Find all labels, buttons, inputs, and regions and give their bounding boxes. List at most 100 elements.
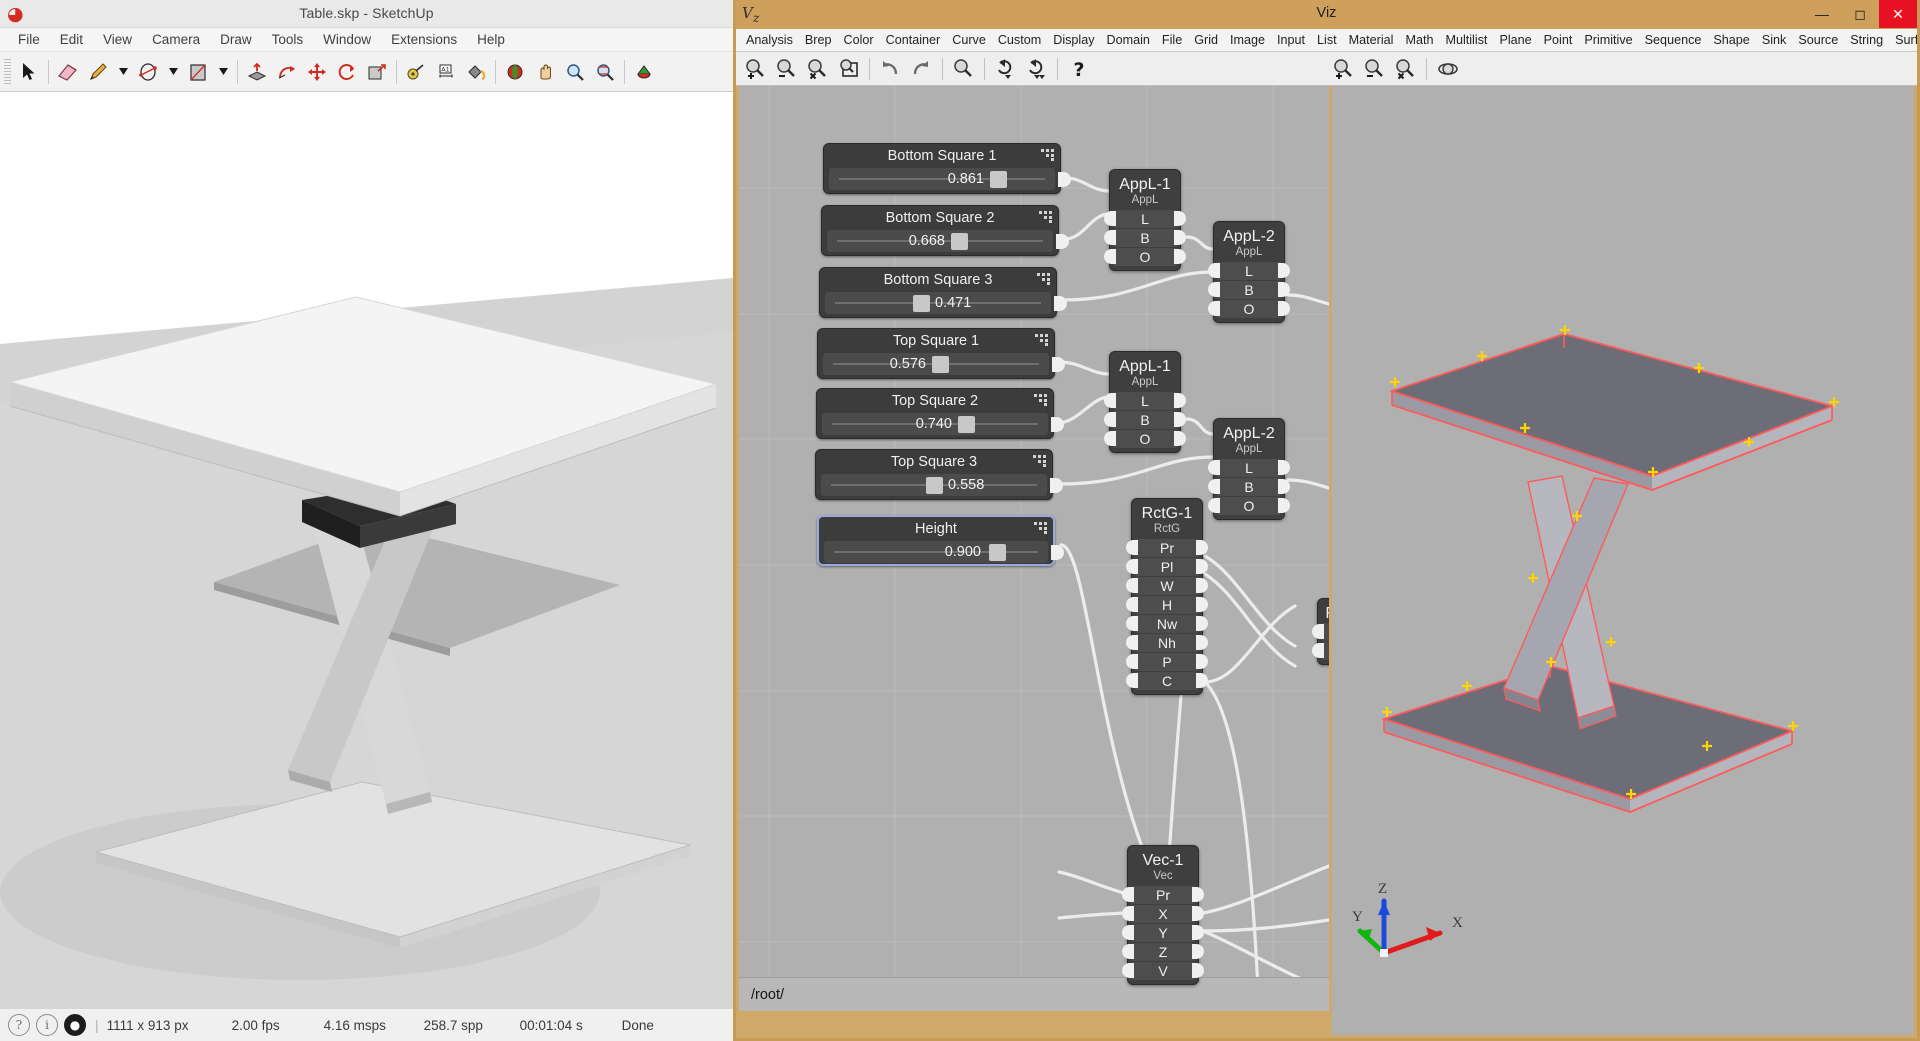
node-input-port[interactable]	[1104, 412, 1116, 427]
move-icon[interactable]	[302, 56, 332, 88]
node-port-row[interactable]: Nh	[1135, 634, 1199, 652]
tape-measure-icon[interactable]	[401, 56, 431, 88]
node-input-port[interactable]	[1122, 887, 1134, 902]
pencil-icon[interactable]	[83, 56, 113, 88]
node-input-port[interactable]	[1208, 498, 1220, 513]
close-button[interactable]: ✕	[1879, 0, 1917, 28]
slider-node[interactable]: Top Square 30.558	[815, 449, 1053, 500]
pencil-dropdown-icon[interactable]	[113, 56, 133, 88]
viz-menu-color[interactable]: Color	[838, 31, 880, 49]
follow-me-icon[interactable]	[272, 56, 302, 88]
node-input-port[interactable]	[1208, 479, 1220, 494]
slider-handle[interactable]	[932, 356, 949, 373]
node-port-row[interactable]: L	[1217, 459, 1281, 477]
sketchup-menu-extensions[interactable]: Extensions	[381, 30, 467, 49]
pushpull-icon[interactable]	[242, 56, 272, 88]
node-input-port[interactable]	[1126, 616, 1138, 631]
viz-menu-primitive[interactable]: Primitive	[1578, 31, 1638, 49]
viz-menu-custom[interactable]: Custom	[992, 31, 1047, 49]
node-port-row[interactable]: B	[1217, 478, 1281, 496]
node-input-port[interactable]	[1208, 301, 1220, 316]
viz-menu-list[interactable]: List	[1311, 31, 1343, 49]
redo-icon[interactable]	[906, 54, 937, 84]
node-port-row[interactable]: B	[1113, 411, 1177, 429]
rectangle-icon[interactable]	[183, 56, 213, 88]
node-input-port[interactable]	[1104, 249, 1116, 264]
node-port-row[interactable]: L	[1113, 392, 1177, 410]
node-port-row[interactable]: C	[1135, 672, 1199, 690]
sketchup-menu-edit[interactable]: Edit	[50, 30, 93, 49]
node-port-row[interactable]: O	[1217, 300, 1281, 318]
info-circle-icon[interactable]: i	[36, 1014, 58, 1036]
viz-menu-multilist[interactable]: Multilist	[1439, 31, 1493, 49]
eraser-icon[interactable]	[53, 56, 83, 88]
viz-menu-image[interactable]: Image	[1224, 31, 1271, 49]
grip-dots-icon[interactable]	[1041, 149, 1055, 161]
node-port-row[interactable]: Y	[1131, 924, 1195, 942]
viz-menu-file[interactable]: File	[1156, 31, 1188, 49]
node-input-port[interactable]	[1126, 635, 1138, 650]
operator-node[interactable]: AppL-1AppLLBO	[1109, 169, 1181, 271]
slider-track-area[interactable]: 0.471	[825, 292, 1051, 314]
slider-node[interactable]: Top Square 20.740	[816, 388, 1054, 439]
slider-node[interactable]: Bottom Square 30.471	[819, 267, 1057, 318]
grip-dots-icon[interactable]	[1037, 273, 1051, 285]
node-input-port[interactable]	[1126, 578, 1138, 593]
node-input-port[interactable]	[1126, 673, 1138, 688]
sketchup-menu-tools[interactable]: Tools	[262, 30, 314, 49]
node-port-row[interactable]	[1321, 623, 1329, 641]
sketchup-viewport[interactable]	[0, 92, 733, 1008]
slider-track-area[interactable]: 0.900	[824, 541, 1048, 563]
node-input-port[interactable]	[1208, 282, 1220, 297]
node-input-port[interactable]	[1104, 230, 1116, 245]
arc-icon[interactable]	[133, 56, 163, 88]
view-zoom-reset-icon[interactable]	[1390, 54, 1421, 84]
node-input-port[interactable]	[1126, 597, 1138, 612]
slider-track-area[interactable]: 0.576	[823, 353, 1049, 375]
select-arrow-icon[interactable]	[14, 56, 44, 88]
slider-node[interactable]: Top Square 10.576	[817, 328, 1055, 379]
node-input-port[interactable]	[1312, 643, 1324, 658]
node-port-row[interactable]: H	[1135, 596, 1199, 614]
slider-handle[interactable]	[989, 544, 1006, 561]
slider-handle[interactable]	[990, 171, 1007, 188]
node-port-row[interactable]: Z	[1131, 943, 1195, 961]
viz-menu-container[interactable]: Container	[880, 31, 947, 49]
slider-handle[interactable]	[913, 295, 930, 312]
rotate-icon[interactable]	[332, 56, 362, 88]
grip-dots-icon[interactable]	[1034, 394, 1048, 406]
viz-menu-display[interactable]: Display	[1047, 31, 1100, 49]
graph-path-breadcrumb[interactable]: /root/	[739, 977, 1329, 1011]
slider-track-area[interactable]: 0.668	[827, 230, 1053, 252]
slider-handle[interactable]	[951, 233, 968, 250]
sketchup-menu-help[interactable]: Help	[467, 30, 515, 49]
sketchup-menu-camera[interactable]: Camera	[142, 30, 210, 49]
magnifier-icon[interactable]	[948, 54, 979, 84]
node-input-port[interactable]	[1126, 654, 1138, 669]
zoom-reset-icon[interactable]	[802, 54, 833, 84]
node-port-row[interactable]: Nw	[1135, 615, 1199, 633]
viz-menu-surface[interactable]: Surface	[1889, 31, 1917, 49]
slider-node[interactable]: Bottom Square 20.668	[821, 205, 1059, 256]
node-input-port[interactable]	[1312, 624, 1324, 639]
sketchup-menu-view[interactable]: View	[93, 30, 142, 49]
operator-node[interactable]: Fl	[1317, 598, 1329, 665]
node-port-row[interactable]: O	[1113, 430, 1177, 448]
viz-menu-source[interactable]: Source	[1792, 31, 1844, 49]
node-port-row[interactable]: L	[1113, 210, 1177, 228]
node-port-row[interactable]: O	[1113, 248, 1177, 266]
node-port-row[interactable]: O	[1217, 497, 1281, 515]
viz-menu-analysis[interactable]: Analysis	[740, 31, 799, 49]
slider-handle[interactable]	[926, 477, 943, 494]
sketchup-menu-draw[interactable]: Draw	[210, 30, 262, 49]
grip-dots-icon[interactable]	[1034, 522, 1048, 534]
viz-menu-shape[interactable]: Shape	[1707, 31, 1755, 49]
help-circle-icon[interactable]: ?	[8, 1014, 30, 1036]
operator-node[interactable]: AppL-1AppLLBO	[1109, 351, 1181, 453]
slider-handle[interactable]	[958, 416, 975, 433]
slider-track-area[interactable]: 0.861	[829, 168, 1055, 190]
node-port-row[interactable]: Pl	[1135, 558, 1199, 576]
node-port-row[interactable]: P	[1135, 653, 1199, 671]
viz-menu-sequence[interactable]: Sequence	[1639, 31, 1708, 49]
help-icon[interactable]: ?	[1063, 54, 1094, 84]
